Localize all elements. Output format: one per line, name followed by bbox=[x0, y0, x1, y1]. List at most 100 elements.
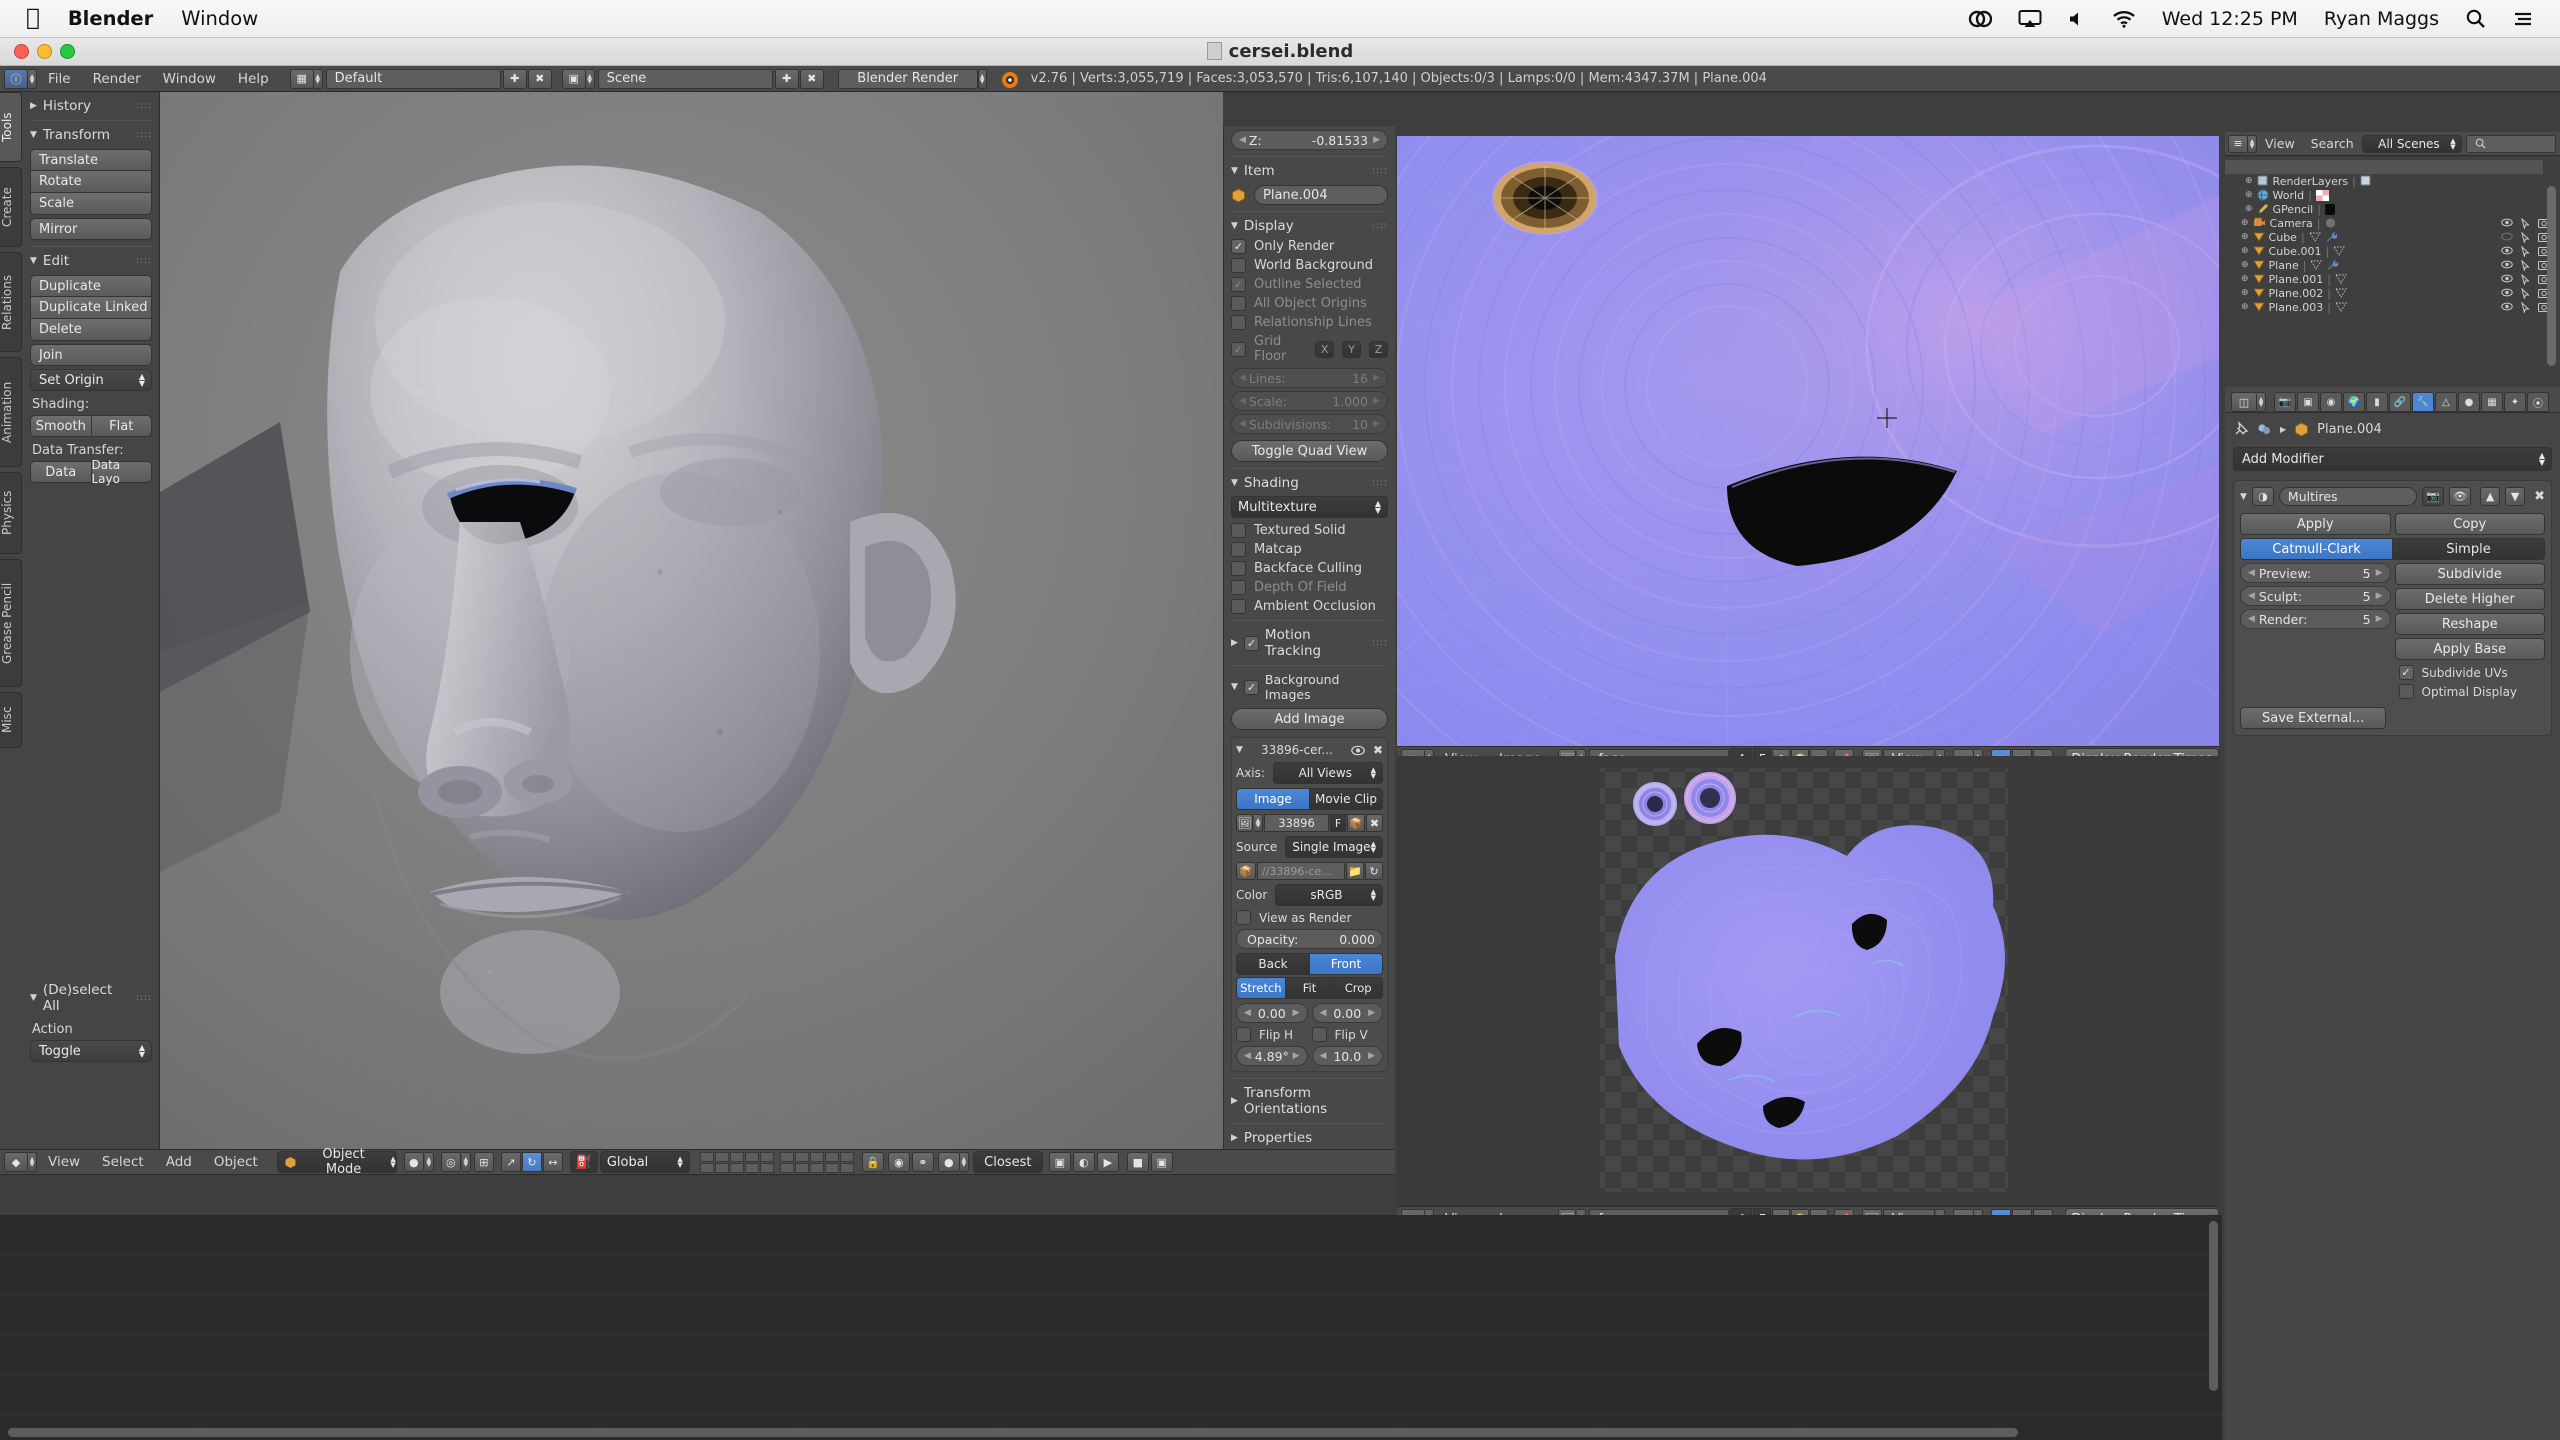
data-layout-button[interactable]: Data Layo bbox=[91, 458, 152, 486]
tab-physics[interactable]: ⦿ bbox=[2527, 392, 2549, 412]
join-button[interactable]: Join bbox=[30, 344, 152, 366]
eye-icon[interactable] bbox=[2501, 246, 2513, 255]
option-matcap[interactable]: Matcap bbox=[1231, 542, 1388, 557]
eye-icon[interactable] bbox=[2501, 232, 2513, 241]
delete-scene-button[interactable]: ✖ bbox=[799, 68, 824, 89]
search-icon[interactable] bbox=[2465, 8, 2486, 29]
add-image-button[interactable]: Add Image bbox=[1231, 708, 1388, 730]
tab-misc[interactable]: Misc bbox=[0, 692, 22, 748]
pivot-median-icon[interactable]: ◎ bbox=[440, 1152, 461, 1172]
modifier-name-field[interactable]: Multires bbox=[2278, 487, 2418, 506]
panel-transform[interactable]: ▼ Transform :::: bbox=[30, 127, 152, 143]
offset-x-field[interactable]: ◀ 0.00 ▶ bbox=[1236, 1003, 1308, 1023]
tab-world[interactable]: 🌍 bbox=[2343, 392, 2365, 412]
eye-icon[interactable] bbox=[2501, 302, 2513, 311]
menu-bar-clock[interactable]: Wed 12:25 PM bbox=[2162, 8, 2298, 30]
option-world-background[interactable]: World Background bbox=[1231, 258, 1388, 273]
checkbox-icon[interactable]: ✓ bbox=[1243, 679, 1259, 695]
menu-file[interactable]: File bbox=[37, 66, 82, 92]
checkbox-icon[interactable] bbox=[1231, 599, 1246, 614]
outliner-row-renderlayers[interactable]: ⊕ RenderLayers | bbox=[2225, 174, 2560, 188]
rotate-manipulator-icon[interactable]: ↻ bbox=[521, 1152, 542, 1172]
outliner-row-cube-001[interactable]: ⊕ Cube.001 | bbox=[2225, 244, 2560, 258]
pivot-point-selector[interactable]: ◎ ▲ ▼ ⊞ bbox=[440, 1152, 494, 1172]
outliner-row-world[interactable]: ⊕ World | bbox=[2225, 188, 2560, 202]
depth-front-button[interactable]: Front bbox=[1310, 953, 1383, 975]
layer-grid-right[interactable] bbox=[779, 1151, 854, 1173]
frame-crop-button[interactable]: Crop bbox=[1334, 977, 1384, 999]
checkbox-icon[interactable] bbox=[1236, 1027, 1251, 1042]
image-datablock-icon[interactable]: 🖼 bbox=[1236, 814, 1253, 832]
frame-fit-button[interactable]: Fit bbox=[1285, 977, 1335, 999]
notification-center-icon[interactable] bbox=[2512, 10, 2534, 28]
option-only-render[interactable]: ✓ Only Render bbox=[1231, 239, 1388, 254]
add-scene-button[interactable]: ✚ bbox=[774, 68, 799, 89]
option-view-as-render[interactable]: View as Render bbox=[1236, 910, 1383, 925]
decrement-arrow-icon[interactable]: ◀ bbox=[2248, 614, 2255, 624]
checkbox-icon[interactable] bbox=[1231, 258, 1246, 273]
panel-background-images[interactable]: ▼ ✓ Background Images bbox=[1231, 672, 1388, 702]
interaction-mode-dropdown[interactable]: Object Mode ▲ ▼ bbox=[276, 1147, 397, 1177]
tab-texture[interactable]: ▦ bbox=[2481, 392, 2503, 412]
view-camera-icon[interactable]: ■ bbox=[1126, 1152, 1149, 1172]
menu-view[interactable]: View bbox=[2257, 132, 2303, 156]
checkbox-icon[interactable] bbox=[1231, 561, 1246, 576]
tab-constraints[interactable]: 🔗 bbox=[2389, 392, 2411, 412]
tab-create[interactable]: Create bbox=[0, 167, 22, 247]
layer-selector[interactable] bbox=[699, 1151, 854, 1173]
increment-arrow-icon[interactable]: ▶ bbox=[1373, 135, 1380, 145]
menu-window[interactable]: Window bbox=[152, 66, 227, 92]
set-origin-dropdown[interactable]: Set Origin ▲ ▼ bbox=[30, 369, 152, 391]
decrement-arrow-icon[interactable]: ◀ bbox=[1244, 1051, 1251, 1061]
object-name-field[interactable]: Plane.004 bbox=[1254, 185, 1388, 205]
image-editor-top[interactable] bbox=[1216, 0, 2329, 897]
tab-particles[interactable]: ✦ bbox=[2504, 392, 2526, 412]
airplay-icon[interactable] bbox=[2018, 9, 2042, 29]
file-icon[interactable]: 📦 bbox=[1236, 862, 1256, 880]
outliner-row-plane-001[interactable]: ⊕ Plane.001 | bbox=[2225, 272, 2560, 286]
decrement-arrow-icon[interactable]: ◀ bbox=[1239, 135, 1246, 145]
expand-icon[interactable]: ⊕ bbox=[2241, 246, 2249, 256]
folder-browse-icon[interactable]: 📁 bbox=[1346, 862, 1364, 880]
layer-grid-left[interactable] bbox=[699, 1151, 774, 1173]
modifier-viewport-visibility-icon[interactable]: 👁 bbox=[2449, 487, 2472, 506]
outliner-row-plane-002[interactable]: ⊕ Plane.002 | bbox=[2225, 286, 2560, 300]
decrement-arrow-icon[interactable]: ◀ bbox=[2248, 568, 2255, 578]
unlink-datablock-icon[interactable]: ✖ bbox=[1366, 814, 1383, 832]
checkbox-icon[interactable] bbox=[1231, 523, 1246, 538]
apply-base-button[interactable]: Apply Base bbox=[2394, 638, 2545, 660]
menu-object[interactable]: Object bbox=[203, 1149, 269, 1175]
translate-button[interactable]: Translate bbox=[30, 149, 152, 171]
option-optimal-display[interactable]: Optimal Display bbox=[2395, 684, 2546, 699]
data-button[interactable]: Data bbox=[30, 461, 92, 483]
reshape-button[interactable]: Reshape bbox=[2394, 613, 2545, 635]
flat-button[interactable]: Flat bbox=[91, 415, 152, 437]
panel-transform-orientations[interactable]: ▶ Transform Orientations bbox=[1231, 1085, 1388, 1117]
expand-icon[interactable]: ⊕ bbox=[2241, 260, 2249, 270]
add-screen-layout-button[interactable]: ✚ bbox=[502, 68, 527, 89]
increment-arrow-icon[interactable]: ▶ bbox=[2376, 568, 2383, 578]
menu-window[interactable]: Window bbox=[181, 7, 258, 30]
reload-icon[interactable]: ↻ bbox=[1365, 862, 1383, 880]
option-subdivide-uvs[interactable]: ✓ Subdivide UVs bbox=[2395, 665, 2546, 680]
frame-stretch-button[interactable]: Stretch bbox=[1236, 977, 1286, 999]
eye-icon[interactable] bbox=[2501, 274, 2513, 283]
grid-axis-x-toggle[interactable]: X bbox=[1315, 340, 1335, 358]
fake-user-toggle[interactable]: F bbox=[1330, 814, 1346, 832]
cursor-select-icon[interactable] bbox=[2521, 259, 2530, 271]
outliner-tree[interactable]: ⚇ Scene ⊕ RenderLayers | ⊕ World | bbox=[2225, 156, 2560, 387]
checkbox-icon[interactable]: ✓ bbox=[1231, 239, 1246, 254]
smooth-button[interactable]: Smooth bbox=[30, 415, 92, 437]
decrement-arrow-icon[interactable]: ◀ bbox=[1244, 1008, 1251, 1018]
panel-display[interactable]: ▼ Display :::: bbox=[1231, 218, 1388, 234]
expand-icon[interactable]: ⊕ bbox=[2241, 232, 2249, 242]
image-editor-bottom[interactable] bbox=[1397, 756, 2219, 1206]
volume-icon[interactable] bbox=[2068, 10, 2086, 28]
viewport-shading-selector[interactable]: ● ▲ ▼ bbox=[403, 1152, 434, 1172]
screen-layout-selector[interactable]: ▦ ▲ ▼ Default ✚ ✖ bbox=[289, 68, 552, 89]
outliner-row-plane-003[interactable]: ⊕ Plane.003 | bbox=[2225, 300, 2560, 314]
catmull-clark-button[interactable]: Catmull-Clark bbox=[2240, 538, 2393, 560]
delete-higher-button[interactable]: Delete Higher bbox=[2394, 588, 2545, 610]
render-level-field[interactable]: ◀ Render: 5 ▶ bbox=[2240, 609, 2391, 629]
opengl-render-icon[interactable]: ◐ bbox=[1072, 1152, 1095, 1172]
